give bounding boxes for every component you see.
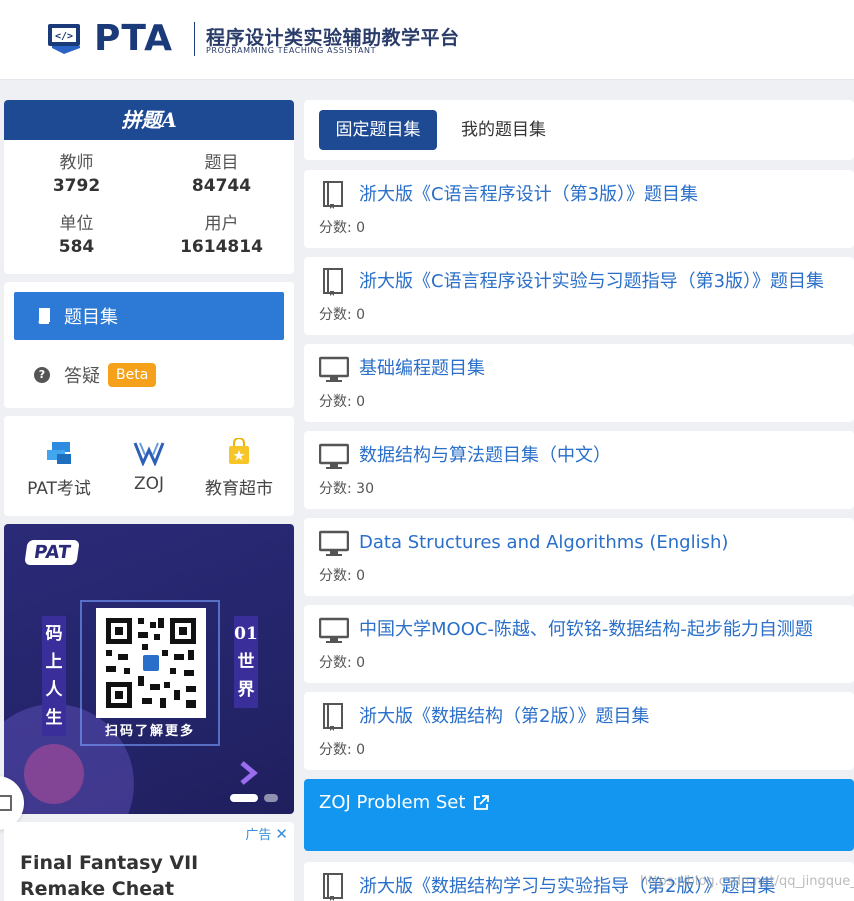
- ad-card[interactable]: 广告 ✕ Final Fantasy VII Remake Cheat: [4, 822, 294, 901]
- problem-set-score: 分数: 0: [319, 655, 366, 671]
- zoj-icon: [133, 442, 165, 466]
- pat-icon: [47, 442, 71, 464]
- ad-title[interactable]: Final Fantasy VII Remake Cheat: [20, 850, 270, 901]
- decor-circle: [24, 744, 84, 804]
- problem-set-title[interactable]: 浙大版《C语言程序设计（第3版）》题目集: [359, 182, 698, 208]
- problem-set-tabs: 固定题目集 我的题目集: [304, 100, 854, 160]
- stat-label: 题目: [204, 153, 239, 173]
- problem-set-score: 分数: 0: [319, 307, 366, 323]
- external-link-icon: [474, 795, 490, 810]
- quick-link-label: ZOJ: [133, 474, 165, 494]
- problem-set-title[interactable]: 中国大学MOOC-陈越、何钦铭-数据结构-起步能力自测题: [359, 617, 813, 643]
- monitor-icon: [319, 443, 349, 469]
- promo-banner[interactable]: PAT 扫码了解更多 码上人生 01世界: [4, 524, 294, 814]
- monitor-icon: [319, 530, 349, 556]
- problem-set-title[interactable]: 浙大版《数据结构（第2版）》题目集: [359, 704, 649, 730]
- quick-link-zoj[interactable]: ZOJ: [101, 434, 197, 494]
- book-icon: [323, 268, 343, 296]
- nav-item-label: 题目集: [64, 307, 118, 328]
- book-icon: [323, 703, 343, 731]
- carousel-dot-active[interactable]: [230, 794, 258, 802]
- stat-label: 教师: [59, 153, 94, 173]
- problem-set-item[interactable]: 浙大版《C语言程序设计（第3版）》题目集 分数: 0: [304, 170, 854, 248]
- tab-my-sets[interactable]: 我的题目集: [461, 110, 546, 150]
- stat-value: 1614814: [180, 237, 263, 257]
- problem-set-score: 分数: 0: [319, 220, 366, 236]
- zoj-title[interactable]: ZOJ Problem Set: [319, 791, 490, 815]
- tab-fixed-sets[interactable]: 固定题目集: [319, 110, 437, 150]
- pat-badge: PAT: [24, 540, 81, 565]
- stat-label: 单位: [59, 214, 94, 234]
- carousel-dots: [230, 794, 278, 802]
- monitor-icon: [319, 356, 349, 382]
- qr-code-icon: [96, 608, 206, 718]
- promo-vertical-right: 01世界: [234, 616, 258, 708]
- problem-set-title[interactable]: 基础编程题目集: [359, 356, 485, 382]
- stat-users: 用户 1614814: [149, 213, 294, 259]
- monitor-icon: [319, 617, 349, 643]
- problem-set-item[interactable]: Data Structures and Algorithms (English)…: [304, 518, 854, 596]
- problem-set-item[interactable]: 基础编程题目集 分数: 0: [304, 344, 854, 422]
- stat-problems: 题目 84744: [149, 152, 294, 198]
- stat-units: 单位 584: [4, 213, 149, 259]
- stat-value: 84744: [191, 176, 252, 196]
- question-circle-icon: ?: [34, 367, 50, 383]
- nav-card: 题目集 ? 答疑 Beta: [4, 282, 294, 408]
- problem-set-score: 分数: 0: [319, 742, 366, 758]
- qr-caption: 扫码了解更多: [104, 724, 195, 739]
- problem-set-item[interactable]: 浙大版《数据结构（第2版）》题目集 分数: 0: [304, 692, 854, 770]
- quick-links-card: PAT考试 ZOJ 教育超市: [4, 416, 294, 516]
- chevron-right-icon: [240, 761, 258, 785]
- nav-item-qa[interactable]: ? 答疑 Beta: [34, 362, 157, 388]
- stats-card: 拼题A 教师 3792 题目 84744 单位 584 用户 1614814: [4, 100, 294, 274]
- book-icon: [323, 181, 343, 209]
- close-icon[interactable]: ✕: [275, 825, 288, 843]
- watermark: https://blog.csdn.net/qq_jingque_helya: [640, 874, 854, 889]
- problem-set-item[interactable]: 中国大学MOOC-陈越、何钦铭-数据结构-起步能力自测题 分数: 0: [304, 605, 854, 683]
- logo-wordmark[interactable]: PTA: [94, 18, 173, 60]
- quick-link-pat[interactable]: PAT考试: [11, 434, 107, 499]
- ad-label: 广告: [245, 828, 272, 843]
- carousel-dot[interactable]: [264, 794, 278, 802]
- problem-set-item[interactable]: 浙大版《C语言程序设计实验与习题指导（第3版）》题目集 分数: 0: [304, 257, 854, 335]
- shopping-bag-icon: [229, 438, 249, 464]
- svg-text:</>: </>: [55, 31, 73, 42]
- problem-set-score: 分数: 30: [319, 481, 374, 497]
- quick-link-label: 教育超市: [205, 479, 273, 499]
- problem-set-item[interactable]: 数据结构与算法题目集（中文） 分数: 30: [304, 431, 854, 509]
- problem-set-score: 分数: 0: [319, 568, 366, 584]
- problem-set-score: 分数: 0: [319, 394, 366, 410]
- promo-vertical-left: 码上人生: [42, 616, 66, 736]
- nav-item-label: 答疑: [64, 366, 100, 387]
- problem-set-title[interactable]: 浙大版《C语言程序设计实验与习题指导（第3版）》题目集: [359, 269, 824, 295]
- zoj-title-text: ZOJ Problem Set: [319, 792, 466, 813]
- nav-item-problem-sets[interactable]: 题目集: [14, 292, 284, 340]
- stat-value: 3792: [52, 176, 101, 196]
- stat-label: 用户: [204, 214, 239, 234]
- stat-value: 584: [58, 237, 95, 257]
- ad-tag: 广告 ✕: [245, 824, 288, 844]
- beta-badge: Beta: [108, 363, 157, 387]
- zoj-problem-set[interactable]: ZOJ Problem Set: [304, 779, 854, 851]
- panel-icon: [0, 795, 12, 811]
- code-monitor-logo-icon: </>: [48, 24, 80, 54]
- top-header: </> PTA 程序设计类实验辅助教学平台 PROGRAMMING TEACHI…: [0, 0, 854, 80]
- logo-divider: [194, 22, 195, 56]
- book-icon: [38, 308, 50, 324]
- problem-set-title[interactable]: 数据结构与算法题目集（中文）: [359, 443, 611, 469]
- site-subtitle-en: PROGRAMMING TEACHING ASSISTANT: [206, 46, 377, 55]
- book-icon: [323, 873, 343, 901]
- quick-link-edu-market[interactable]: 教育超市: [191, 434, 287, 499]
- stats-banner: 拼题A: [4, 100, 294, 140]
- problem-set-title[interactable]: Data Structures and Algorithms (English): [359, 530, 728, 556]
- quick-link-label: PAT考试: [27, 479, 91, 499]
- stat-teachers: 教师 3792: [4, 152, 149, 198]
